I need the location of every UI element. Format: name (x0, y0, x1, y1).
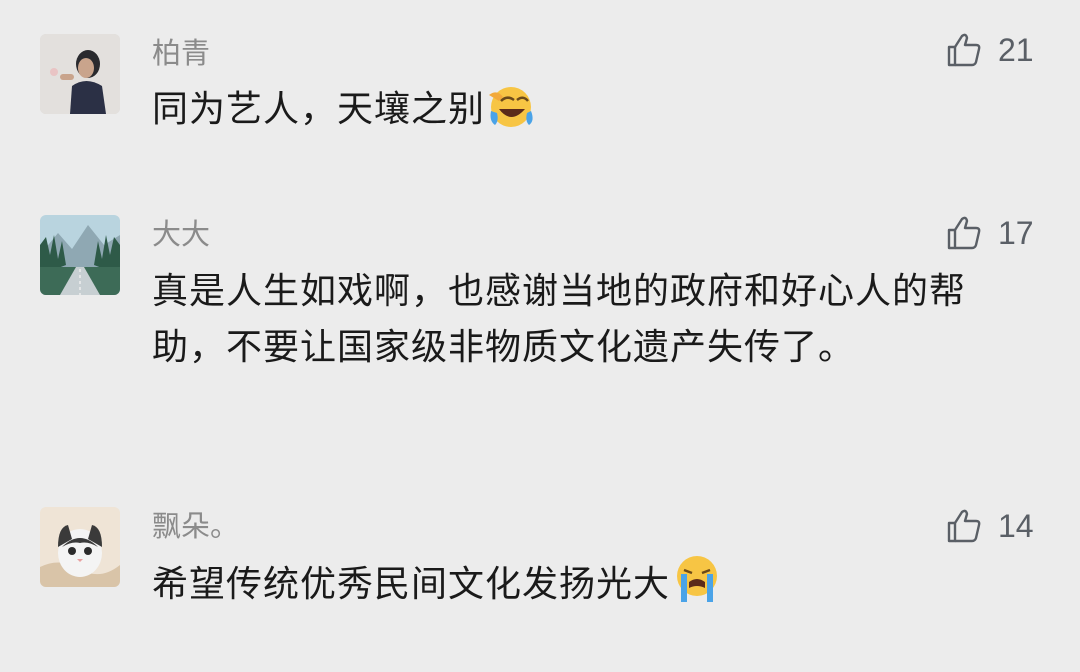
comment-text-body: 同为艺人，天壤之别 (152, 89, 486, 130)
comment-text-body: 希望传统优秀民间文化发扬光大 (152, 564, 671, 605)
like-button[interactable]: 21 (944, 30, 1034, 70)
comment-text: 同为艺人，天壤之别 (152, 82, 1012, 146)
avatar[interactable] (40, 215, 120, 295)
like-count: 17 (998, 214, 1034, 251)
like-button[interactable]: 14 (944, 506, 1034, 546)
loudly-crying-face-icon (672, 554, 722, 621)
comment-text: 真是人生如戏啊，也感谢当地的政府和好心人的帮助，不要让国家级非物质文化遗产失传了… (152, 271, 967, 368)
like-count: 14 (998, 507, 1034, 544)
thumbs-up-icon (947, 509, 981, 543)
thumbs-up-icon (947, 216, 981, 250)
avatar[interactable] (40, 34, 120, 114)
like-count: 21 (998, 31, 1034, 68)
comment-username[interactable]: 大大 (152, 214, 210, 254)
comment-username[interactable]: 柏青 (152, 33, 210, 73)
thumbs-up-icon (947, 33, 981, 67)
avatar[interactable] (40, 507, 120, 587)
like-button[interactable]: 17 (944, 213, 1034, 253)
comment-text: 希望传统优秀民间文化发扬光大 (152, 554, 1012, 621)
comment-username[interactable]: 飘朵。 (152, 506, 239, 546)
face-with-tears-of-joy-icon (487, 85, 537, 146)
